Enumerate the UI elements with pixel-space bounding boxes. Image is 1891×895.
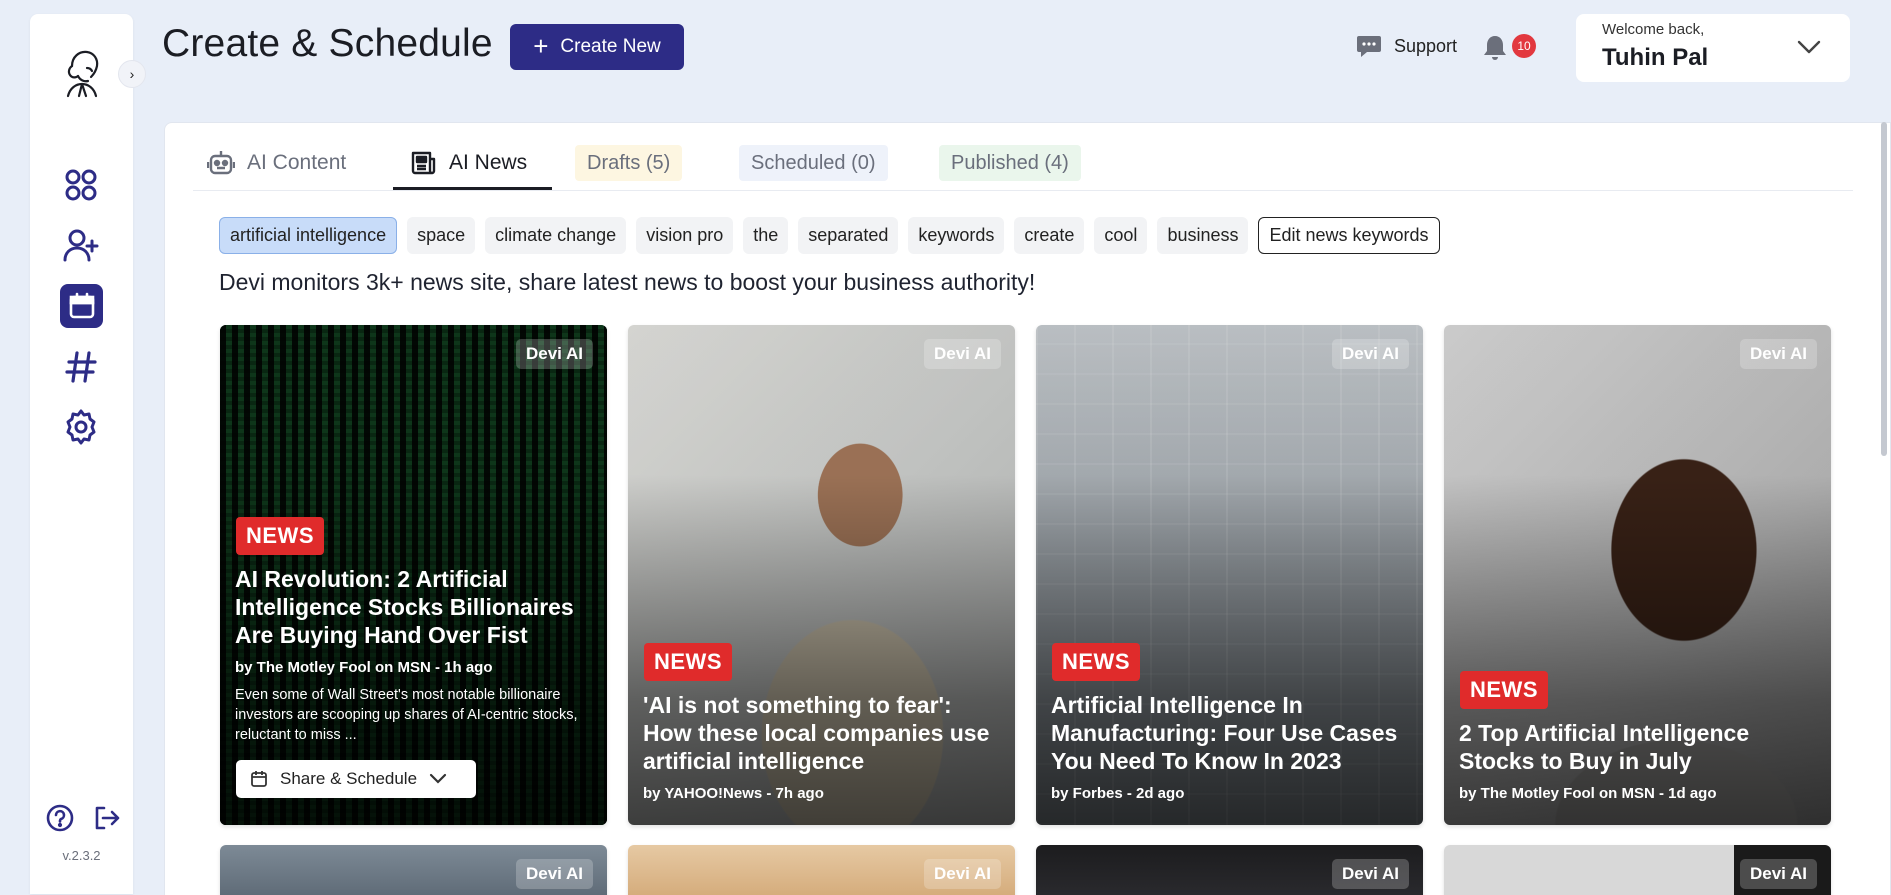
newspaper-icon bbox=[411, 151, 436, 175]
grid-icon bbox=[65, 169, 97, 201]
create-new-label: Create New bbox=[560, 36, 661, 57]
page-title: Create & Schedule bbox=[162, 22, 493, 65]
card-source: by YAHOO!News - 7h ago bbox=[643, 785, 824, 802]
card-title: AI Revolution: 2 Artificial Intelligence… bbox=[235, 566, 574, 648]
card-title: 2 Top Artificial Intelligence Stocks to … bbox=[1459, 720, 1750, 774]
share-schedule-button[interactable]: Share & Schedule bbox=[236, 760, 476, 798]
keyword-chip[interactable]: keywords bbox=[908, 217, 1005, 254]
scrollbar[interactable] bbox=[1881, 122, 1887, 456]
keyword-chip[interactable]: vision pro bbox=[636, 217, 734, 254]
sidebar-item-settings[interactable] bbox=[60, 406, 102, 448]
tab-bar: AI Content AI News Drafts (5) Scheduled … bbox=[193, 123, 1853, 191]
keyword-chip[interactable]: space bbox=[407, 217, 476, 254]
news-tag: NEWS bbox=[1460, 671, 1548, 709]
notifications-bell-icon[interactable] bbox=[1482, 34, 1508, 62]
card-title: Artificial Intelligence In Manufacturing… bbox=[1051, 692, 1398, 774]
tab-scheduled[interactable]: Scheduled (0) bbox=[739, 145, 888, 181]
devi-ai-badge: Devi AI bbox=[1739, 859, 1817, 889]
chevron-right-icon: › bbox=[129, 66, 135, 82]
tab-ai-news-label: AI News bbox=[449, 151, 528, 174]
devi-ai-badge: Devi AI bbox=[923, 339, 1001, 369]
user-plus-icon bbox=[63, 229, 99, 262]
chat-icon bbox=[1357, 36, 1381, 57]
support-link[interactable]: Support bbox=[1356, 34, 1457, 58]
user-menu[interactable]: Welcome back, Tuhin Pal bbox=[1576, 14, 1850, 82]
logo-icon[interactable] bbox=[58, 44, 106, 100]
devi-ai-badge: Devi AI bbox=[515, 859, 593, 889]
tab-drafts[interactable]: Drafts (5) bbox=[575, 145, 683, 181]
news-tag: NEWS bbox=[1052, 643, 1140, 681]
news-card[interactable]: Devi AI bbox=[628, 845, 1015, 895]
keyword-chip[interactable]: separated bbox=[798, 217, 899, 254]
user-name: Tuhin Pal bbox=[1602, 44, 1709, 71]
sidebar: › v.2.3.2 bbox=[30, 14, 146, 894]
robot-icon bbox=[207, 151, 235, 175]
sidebar-item-add-user[interactable] bbox=[60, 224, 102, 266]
card-source: by The Motley Fool on MSN - 1d ago bbox=[1459, 785, 1717, 802]
hashtag-icon bbox=[65, 351, 97, 383]
help-icon[interactable] bbox=[46, 804, 74, 832]
card-description: Even some of Wall Street's most notable … bbox=[235, 687, 578, 743]
devi-ai-badge: Devi AI bbox=[515, 339, 593, 369]
keyword-chip[interactable]: cool bbox=[1094, 217, 1148, 254]
chevron-down-icon bbox=[429, 773, 447, 784]
card-source: by Forbes - 2d ago bbox=[1051, 785, 1185, 802]
welcome-text: Welcome back, bbox=[1602, 21, 1705, 38]
news-tag: NEWS bbox=[644, 643, 732, 681]
keyword-chip[interactable]: the bbox=[743, 217, 789, 254]
keyword-chip[interactable]: business bbox=[1157, 217, 1249, 254]
keyword-chip[interactable]: create bbox=[1014, 217, 1085, 254]
tab-ai-content[interactable]: AI Content bbox=[207, 145, 346, 181]
news-card[interactable]: Devi AI NEWS 2 Top Artificial Intelligen… bbox=[1444, 325, 1831, 825]
share-schedule-label: Share & Schedule bbox=[280, 769, 418, 788]
sidebar-item-hashtags[interactable] bbox=[60, 346, 102, 388]
card-title: 'AI is not something to fear': How these… bbox=[643, 692, 990, 774]
notification-count-badge: 10 bbox=[1512, 34, 1536, 58]
active-tab-indicator bbox=[393, 187, 552, 190]
news-card[interactable]: Devi AI bbox=[1444, 845, 1831, 895]
edit-news-keywords-button[interactable]: Edit news keywords bbox=[1258, 217, 1440, 254]
news-card[interactable]: Devi AI NEWS AI Revolution: 2 Artificial… bbox=[220, 325, 607, 825]
tab-ai-news[interactable]: AI News bbox=[409, 145, 527, 181]
keyword-chip[interactable]: climate change bbox=[485, 217, 627, 254]
news-subtitle: Devi monitors 3k+ news site, share lates… bbox=[219, 269, 1036, 295]
devi-ai-badge: Devi AI bbox=[1331, 859, 1409, 889]
calendar-icon bbox=[251, 771, 267, 787]
create-new-button[interactable]: + Create New bbox=[510, 24, 684, 70]
support-label: Support bbox=[1394, 35, 1458, 56]
devi-ai-badge: Devi AI bbox=[1739, 339, 1817, 369]
calendar-icon bbox=[69, 292, 94, 319]
plus-icon: + bbox=[533, 30, 549, 61]
devi-ai-badge: Devi AI bbox=[1331, 339, 1409, 369]
news-card[interactable]: Devi AI bbox=[1036, 845, 1423, 895]
card-source: by The Motley Fool on MSN - 1h ago bbox=[235, 659, 493, 676]
news-card[interactable]: Devi AI bbox=[220, 845, 607, 895]
sidebar-item-dashboard[interactable] bbox=[60, 164, 102, 206]
news-tag: NEWS bbox=[236, 517, 324, 555]
sidebar-item-schedule[interactable] bbox=[60, 284, 103, 328]
keyword-chip[interactable]: artificial intelligence bbox=[219, 217, 398, 254]
news-card[interactable]: Devi AI NEWS 'AI is not something to fea… bbox=[628, 325, 1015, 825]
tab-ai-content-label: AI Content bbox=[247, 151, 347, 174]
devi-ai-badge: Devi AI bbox=[923, 859, 1001, 889]
logout-icon[interactable] bbox=[92, 804, 120, 832]
version-label: v.2.3.2 bbox=[62, 848, 101, 863]
chevron-down-icon bbox=[1797, 40, 1821, 54]
tab-published[interactable]: Published (4) bbox=[939, 145, 1081, 181]
keyword-chips: artificial intelligence space climate ch… bbox=[219, 217, 1440, 254]
content-panel: AI Content AI News Drafts (5) Scheduled … bbox=[164, 122, 1891, 895]
news-card[interactable]: Devi AI NEWS Artificial Intelligence In … bbox=[1036, 325, 1423, 825]
expand-sidebar-button[interactable]: › bbox=[118, 60, 146, 88]
gear-icon bbox=[66, 409, 96, 445]
